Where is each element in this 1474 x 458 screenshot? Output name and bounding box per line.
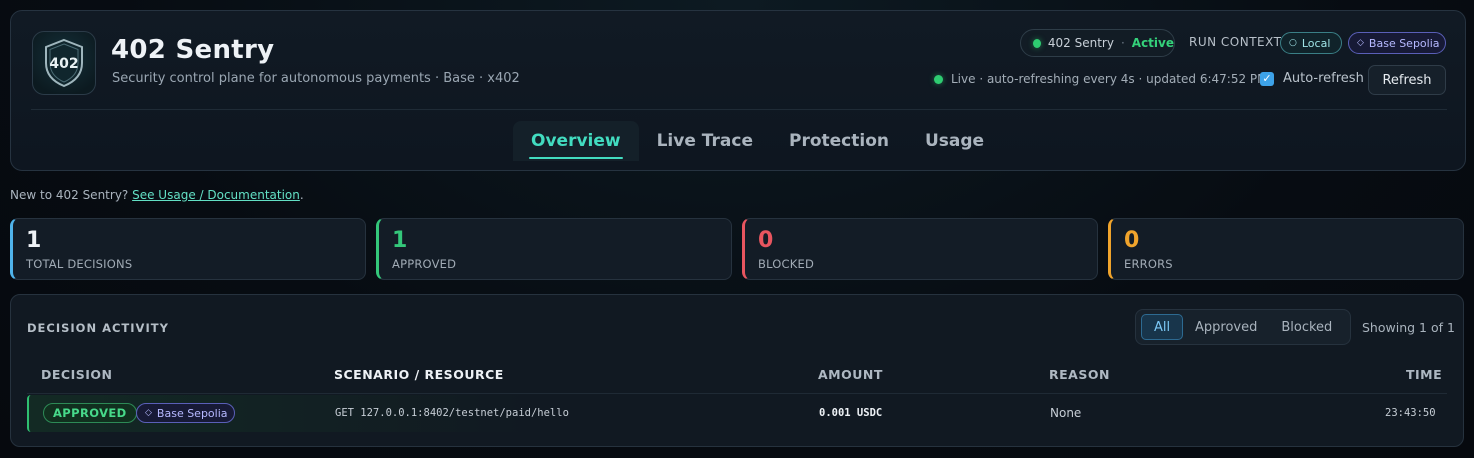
- diamond-icon: ◇: [1357, 38, 1364, 48]
- app-title: 402 Sentry: [111, 35, 275, 65]
- auto-refresh-toggle[interactable]: ✓ Auto-refresh: [1260, 71, 1364, 86]
- filter-blocked-button[interactable]: Blocked: [1269, 314, 1344, 340]
- decision-badge: APPROVED: [43, 403, 137, 423]
- diamond-icon: ◇: [145, 408, 152, 418]
- header-card: 402 402 Sentry Security control plane fo…: [10, 10, 1466, 171]
- stat-blocked: 0 BLOCKED: [742, 218, 1098, 280]
- live-status-text: Live · auto-refreshing every 4s · update…: [951, 72, 1268, 86]
- table-divider: [27, 393, 1447, 394]
- stat-value: 1: [26, 228, 42, 253]
- stat-label: TOTAL DECISIONS: [26, 257, 133, 271]
- status-pill: 402 Sentry · Active: [1020, 29, 1175, 57]
- decision-filter: All Approved Blocked: [1135, 309, 1351, 345]
- amount-cell: 0.001 USDC: [819, 407, 883, 419]
- status-dot-icon: [1033, 38, 1041, 48]
- resource-cell: GET 127.0.0.1:8402/testnet/paid/hello: [335, 407, 569, 419]
- svg-text:402: 402: [49, 56, 78, 72]
- live-status: Live · auto-refreshing every 4s · update…: [934, 72, 1268, 86]
- status-state: Active: [1131, 36, 1174, 50]
- tab-protection[interactable]: Protection: [771, 121, 907, 161]
- filter-approved-button[interactable]: Approved: [1183, 314, 1269, 340]
- app-subtitle: Security control plane for autonomous pa…: [112, 71, 520, 86]
- stat-label: ERRORS: [1124, 257, 1173, 271]
- column-decision: DECISION: [41, 367, 113, 382]
- context-network-label: Base Sepolia: [1368, 36, 1440, 50]
- column-scenario: SCENARIO / RESOURCE: [334, 367, 504, 382]
- stat-value: 0: [758, 228, 774, 253]
- doc-prefix: New to 402 Sentry?: [10, 188, 133, 202]
- circle-icon: ○: [1289, 38, 1297, 48]
- column-time: TIME: [1406, 367, 1443, 382]
- tab-usage[interactable]: Usage: [907, 121, 1002, 161]
- context-local-chip[interactable]: ○ Local: [1280, 32, 1342, 54]
- refresh-button[interactable]: Refresh: [1368, 65, 1446, 95]
- stat-total-decisions: 1 TOTAL DECISIONS: [10, 218, 366, 280]
- table-row[interactable]: APPROVED ◇ Base Sepolia GET 127.0.0.1:84…: [27, 395, 1447, 432]
- column-amount: AMOUNT: [818, 367, 883, 382]
- doc-suffix: .: [299, 188, 304, 202]
- context-network-chip[interactable]: ◇ Base Sepolia: [1348, 32, 1446, 54]
- main-tabs: Overview Live Trace Protection Usage: [513, 121, 1002, 163]
- checkmark-icon[interactable]: ✓: [1260, 71, 1274, 86]
- context-local-label: Local: [1301, 36, 1331, 50]
- auto-refresh-label: Auto-refresh: [1283, 71, 1364, 86]
- stat-value: 1: [392, 228, 408, 253]
- shield-icon: 402: [32, 31, 96, 95]
- tab-live-trace[interactable]: Live Trace: [639, 121, 771, 161]
- stat-label: BLOCKED: [758, 257, 815, 271]
- header-divider: [31, 109, 1447, 110]
- activity-title: DECISION ACTIVITY: [27, 321, 169, 335]
- stat-value: 0: [1124, 228, 1140, 253]
- status-name: 402 Sentry: [1047, 36, 1114, 50]
- run-context-label: RUN CONTEXT: [1189, 35, 1282, 49]
- network-badge-label: Base Sepolia: [156, 406, 228, 420]
- stat-errors: 0 ERRORS: [1108, 218, 1464, 280]
- documentation-link[interactable]: See Usage / Documentation: [132, 188, 300, 202]
- status-separator: ·: [1120, 36, 1125, 50]
- time-cell: 23:43:50: [1385, 407, 1436, 419]
- live-dot-icon: [934, 74, 943, 84]
- documentation-hint: New to 402 Sentry? See Usage / Documenta…: [10, 188, 304, 202]
- reason-cell: None: [1050, 406, 1082, 420]
- decision-activity-panel: DECISION ACTIVITY All Approved Blocked S…: [10, 294, 1464, 447]
- showing-count: Showing 1 of 1: [1362, 320, 1455, 335]
- stat-approved: 1 APPROVED: [376, 218, 732, 280]
- filter-all-button[interactable]: All: [1141, 314, 1183, 340]
- network-badge: ◇ Base Sepolia: [136, 403, 235, 423]
- stat-label: APPROVED: [392, 257, 457, 271]
- tab-overview[interactable]: Overview: [513, 121, 639, 161]
- column-reason: REASON: [1049, 367, 1110, 382]
